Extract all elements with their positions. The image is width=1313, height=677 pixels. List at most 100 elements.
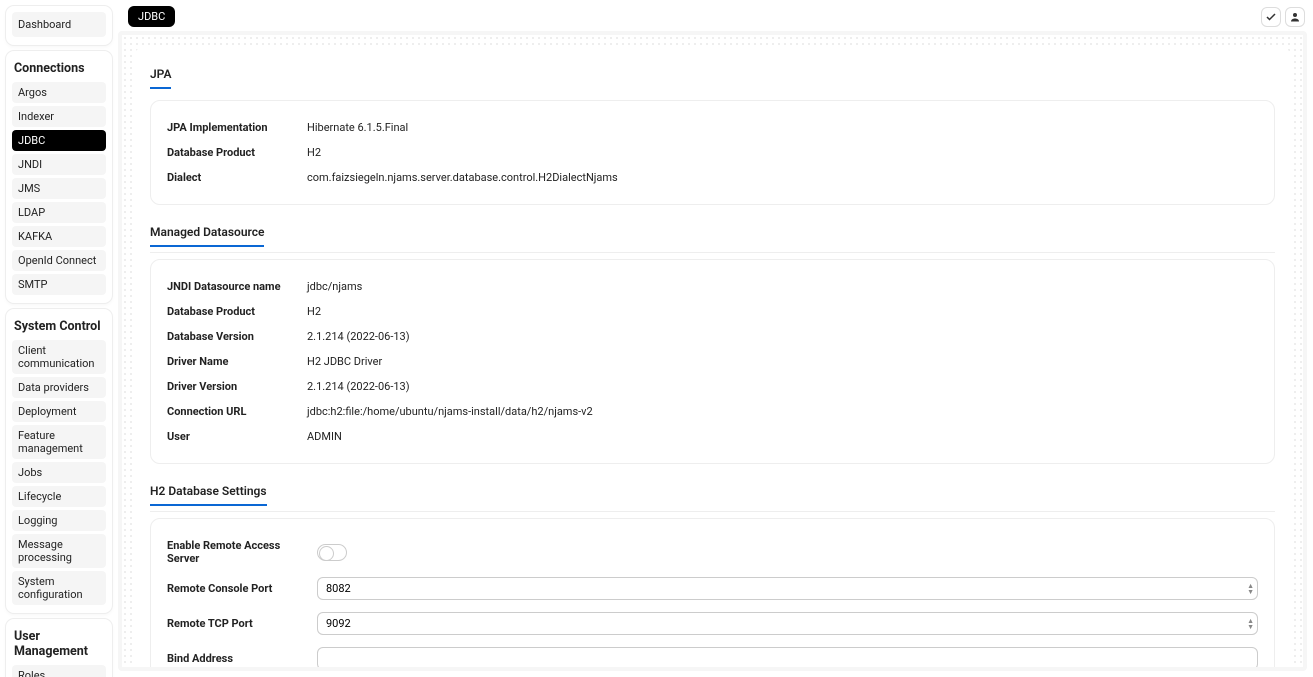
kv-row: Database ProductH2	[167, 299, 1258, 324]
sidebar-item-jndi[interactable]: JNDI	[12, 154, 106, 175]
sidebar-item-label: Deployment	[18, 405, 76, 418]
main: JDBC JPA JPA ImplementationHibernate 6.1…	[118, 0, 1313, 677]
form-label: Enable Remote Access Server	[167, 539, 307, 565]
sidebar-item-roles[interactable]: Roles	[12, 665, 106, 677]
bind-address-input[interactable]	[317, 647, 1258, 670]
sidebar-item-label: JNDI	[18, 158, 42, 171]
sidebar-item-deployment[interactable]: Deployment	[12, 401, 106, 422]
sidebar-item-label: Message processing	[18, 538, 100, 564]
kv-value: H2	[307, 305, 1258, 318]
kv-key: User	[167, 430, 307, 443]
sidebar-item-label: JDBC	[18, 134, 45, 147]
sidebar-item-lifecycle[interactable]: Lifecycle	[12, 486, 106, 507]
sidebar-item-jdbc[interactable]: JDBC	[12, 130, 106, 151]
sidebar: Dashboard Connections Argos Indexer JDBC…	[0, 0, 118, 677]
breadcrumb: JDBC	[128, 6, 175, 27]
sidebar-item-label: SMTP	[18, 278, 47, 291]
sidebar-item-client-communication[interactable]: Client communication	[12, 340, 106, 374]
kv-value: jdbc:h2:file:/home/ubuntu/njams-install/…	[307, 405, 1258, 418]
sidebar-item-label: System configuration	[18, 575, 100, 601]
sidebar-item-label: Roles	[18, 669, 45, 677]
sidebar-item-ldap[interactable]: LDAP	[12, 202, 106, 223]
jpa-card: JPA ImplementationHibernate 6.1.5.Final …	[150, 100, 1275, 205]
section-title: H2 Database Settings	[150, 484, 267, 506]
sidebar-item-label: Jobs	[18, 466, 42, 479]
sidebar-item-system-configuration[interactable]: System configuration	[12, 571, 106, 605]
section-title: Managed Datasource	[150, 225, 264, 247]
h2-settings-card: Enable Remote Access Server Remote Conso…	[150, 518, 1275, 671]
kv-key: JPA Implementation	[167, 121, 307, 134]
kv-row: Database Version2.1.214 (2022-06-13)	[167, 324, 1258, 349]
kv-row: Driver NameH2 JDBC Driver	[167, 349, 1258, 374]
section-header-h2-settings: H2 Database Settings	[150, 478, 1275, 512]
form-label: Bind Address	[167, 652, 307, 665]
kv-row: JPA ImplementationHibernate 6.1.5.Final	[167, 115, 1258, 140]
row-bind-address: Bind Address	[167, 641, 1258, 671]
kv-key: Database Version	[167, 330, 307, 343]
kv-key: JNDI Datasource name	[167, 280, 307, 293]
sidebar-item-label: OpenId Connect	[18, 254, 96, 267]
remote-tcp-port-input[interactable]	[317, 612, 1258, 635]
sidebar-item-smtp[interactable]: SMTP	[12, 274, 106, 295]
kv-value: Hibernate 6.1.5.Final	[307, 121, 1258, 134]
sidebar-item-label: Lifecycle	[18, 490, 61, 503]
section-header-jpa: JPA	[150, 61, 1275, 94]
section-header-managed-datasource: Managed Datasource	[150, 219, 1275, 253]
sidebar-item-jms[interactable]: JMS	[12, 178, 106, 199]
sidebar-item-kafka[interactable]: KAFKA	[12, 226, 106, 247]
row-remote-tcp-port: Remote TCP Port ▲▼	[167, 606, 1258, 641]
kv-key: Driver Name	[167, 355, 307, 368]
sidebar-group-system-control: System Control Client communication Data…	[6, 309, 112, 613]
kv-key: Database Product	[167, 146, 307, 159]
kv-value: ADMIN	[307, 430, 1258, 443]
user-menu-button[interactable]	[1285, 7, 1305, 27]
kv-value: H2 JDBC Driver	[307, 355, 1258, 368]
sidebar-item-feature-management[interactable]: Feature management	[12, 425, 106, 459]
sidebar-item-label: Data providers	[18, 381, 89, 394]
sidebar-item-label: Client communication	[18, 344, 100, 370]
sidebar-item-jobs[interactable]: Jobs	[12, 462, 106, 483]
sidebar-item-label: Argos	[18, 86, 47, 99]
kv-value: 2.1.214 (2022-06-13)	[307, 330, 1258, 343]
kv-row: JNDI Datasource namejdbc/njams	[167, 274, 1258, 299]
sidebar-group-title: User Management	[12, 625, 106, 665]
sidebar-item-argos[interactable]: Argos	[12, 82, 106, 103]
sidebar-group-title: System Control	[12, 315, 106, 340]
kv-row: Driver Version2.1.214 (2022-06-13)	[167, 374, 1258, 399]
sidebar-item-label: Logging	[18, 514, 57, 527]
kv-value: jdbc/njams	[307, 280, 1258, 293]
row-remote-console-port: Remote Console Port ▲▼	[167, 571, 1258, 606]
sidebar-item-logging[interactable]: Logging	[12, 510, 106, 531]
sidebar-item-label: JMS	[18, 182, 40, 195]
enable-remote-toggle[interactable]	[317, 544, 347, 561]
kv-key: Driver Version	[167, 380, 307, 393]
kv-value: H2	[307, 146, 1258, 159]
sidebar-item-dashboard[interactable]: Dashboard	[12, 12, 106, 37]
sidebar-group-title: Connections	[12, 57, 106, 82]
check-icon	[1265, 11, 1277, 23]
sidebar-item-indexer[interactable]: Indexer	[12, 106, 106, 127]
kv-value: 2.1.214 (2022-06-13)	[307, 380, 1258, 393]
sidebar-item-message-processing[interactable]: Message processing	[12, 534, 106, 568]
sidebar-group-connections: Connections Argos Indexer JDBC JNDI JMS …	[6, 51, 112, 303]
kv-row: Dialectcom.faizsiegeln.njams.server.data…	[167, 165, 1258, 190]
sidebar-item-label: Feature management	[18, 429, 100, 455]
row-enable-remote: Enable Remote Access Server	[167, 533, 1258, 571]
remote-console-port-input[interactable]	[317, 577, 1258, 600]
section-title: JPA	[150, 67, 171, 89]
sidebar-item-openid-connect[interactable]: OpenId Connect	[12, 250, 106, 271]
managed-datasource-card: JNDI Datasource namejdbc/njams Database …	[150, 259, 1275, 464]
kv-row: UserADMIN	[167, 424, 1258, 449]
kv-value: com.faizsiegeln.njams.server.database.co…	[307, 171, 1258, 184]
confirm-button[interactable]	[1261, 7, 1281, 27]
sidebar-item-label: KAFKA	[18, 230, 52, 243]
form-label: Remote Console Port	[167, 582, 307, 595]
breadcrumb-label: JDBC	[138, 10, 165, 23]
sidebar-item-data-providers[interactable]: Data providers	[12, 377, 106, 398]
sidebar-item-label: Dashboard	[18, 18, 71, 31]
content-area[interactable]: JPA JPA ImplementationHibernate 6.1.5.Fi…	[118, 31, 1307, 671]
kv-row: Database ProductH2	[167, 140, 1258, 165]
kv-key: Dialect	[167, 171, 307, 184]
topbar: JDBC	[118, 0, 1313, 31]
sidebar-group-user-management: User Management Roles Users Sessions	[6, 619, 112, 677]
